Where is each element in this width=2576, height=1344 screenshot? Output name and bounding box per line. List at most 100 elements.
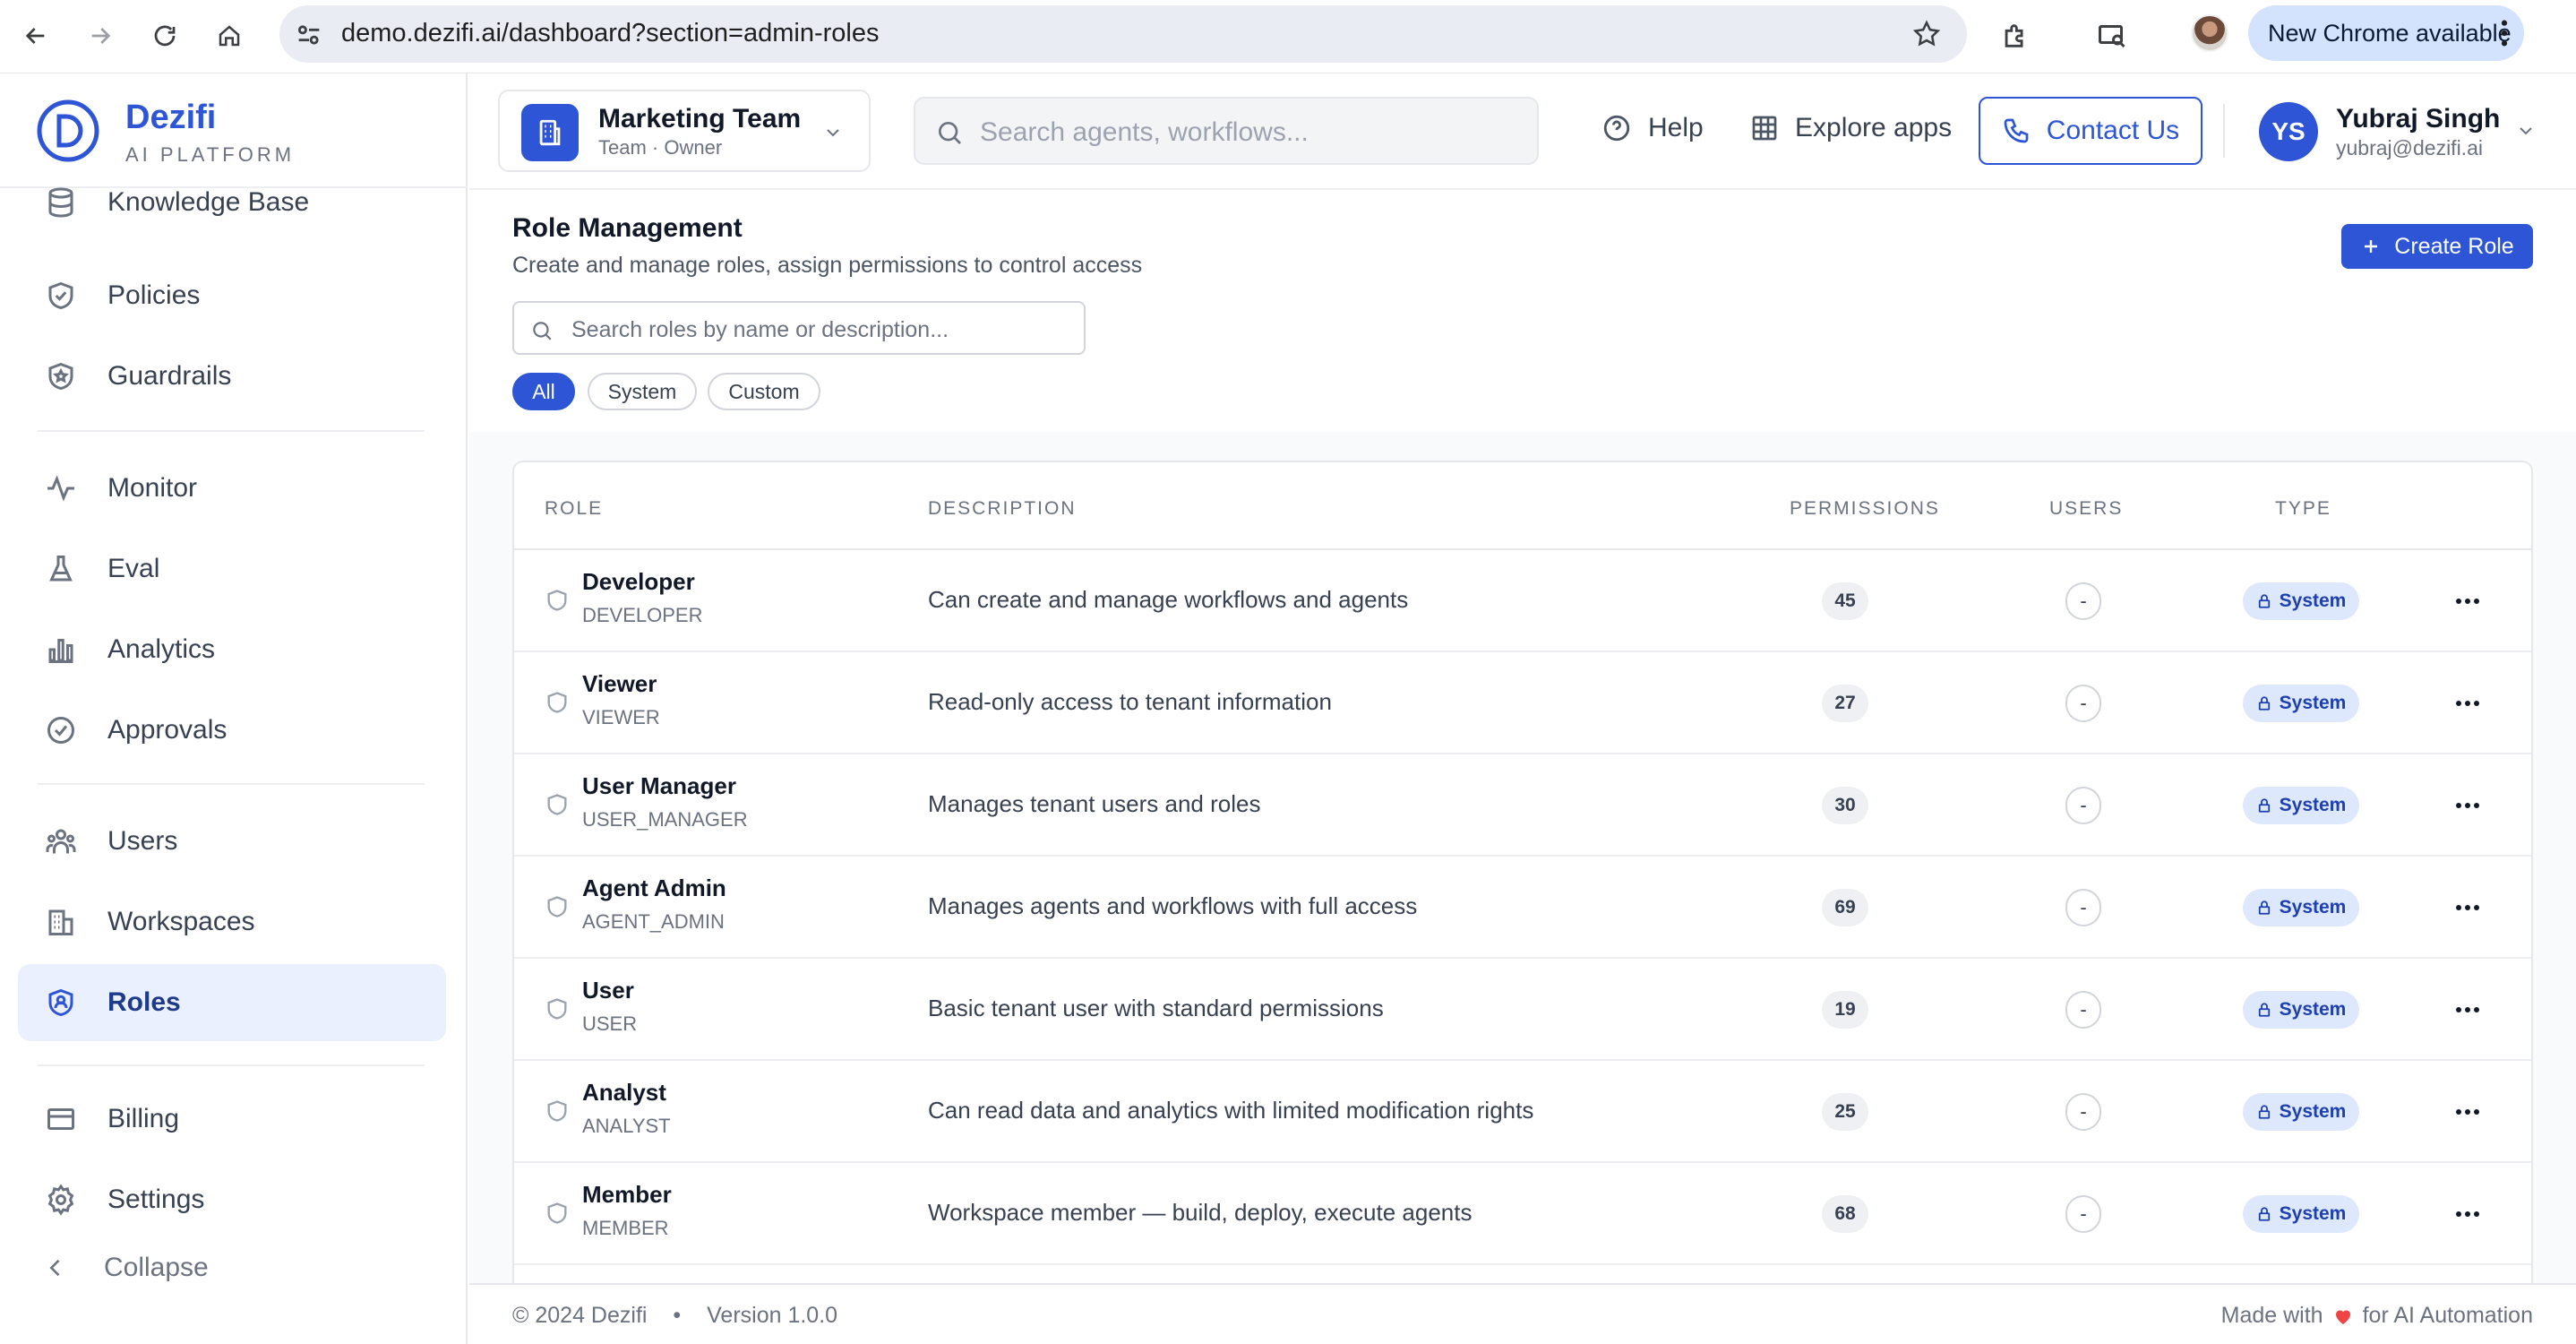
more-actions-icon[interactable] [2454, 692, 2481, 715]
users-count-badge: - [2065, 889, 2101, 926]
users-count-badge: - [2065, 582, 2101, 620]
explore-apps-link[interactable]: Explore apps [1750, 113, 1952, 143]
global-search-input[interactable]: Search agents, workflows... [914, 97, 1539, 165]
sidebar-item-label: Billing [107, 1104, 180, 1133]
sidebar-item-policies[interactable]: Policies [18, 257, 446, 334]
copyright-text: © 2024 Dezifi [512, 1303, 648, 1328]
lock-icon [2258, 798, 2270, 813]
shield-icon [547, 1100, 567, 1122]
footer: © 2024 Dezifi • Version 1.0.0 Made with … [469, 1283, 2576, 1344]
permissions-count-badge: 68 [1822, 1195, 1868, 1233]
shield-user-icon [48, 988, 73, 1017]
filter-chip-system[interactable]: System [588, 373, 697, 410]
team-icon [521, 104, 579, 161]
create-role-button[interactable]: Create Role [2341, 224, 2533, 269]
more-actions-icon[interactable] [2454, 590, 2481, 613]
user-avatar[interactable]: YS [2259, 102, 2318, 161]
permissions-count-badge: 45 [1822, 582, 1868, 620]
dezifi-logo-icon[interactable] [36, 99, 100, 163]
permissions-count-badge: 25 [1822, 1093, 1868, 1131]
more-actions-icon[interactable] [2454, 794, 2481, 817]
filter-chip-all[interactable]: All [512, 373, 575, 410]
sidebar-item-label: Analytics [107, 634, 216, 664]
team-switcher[interactable]: Marketing Team Team · Owner [498, 90, 871, 172]
type-badge: System [2243, 1195, 2359, 1233]
role-name[interactable]: Member [582, 1181, 672, 1209]
more-actions-icon[interactable] [2454, 896, 2481, 919]
role-description: Read-only access to tenant information [928, 688, 1332, 715]
site-settings-icon[interactable] [294, 20, 324, 50]
sidebar-item-knowledge-base[interactable]: Knowledge Base [18, 177, 446, 228]
sidebar-item-eval[interactable]: Eval [18, 530, 446, 607]
home-button[interactable] [208, 14, 251, 57]
extensions-button[interactable] [1992, 13, 2039, 59]
role-name[interactable]: Developer [582, 568, 695, 596]
users-count-badge: - [2065, 685, 2101, 722]
sidebar-item-billing[interactable]: Billing [18, 1081, 446, 1158]
sidebar-item-label: Policies [107, 280, 201, 310]
sidebar-item-roles[interactable]: Roles [18, 964, 446, 1041]
sidebar-divider [38, 430, 425, 432]
filter-chip-custom[interactable]: Custom [708, 373, 820, 410]
create-role-label: Create Role [2394, 233, 2514, 259]
help-link[interactable]: Help [1601, 113, 1704, 143]
table-row[interactable]: Agent Admin AGENT_ADMIN Manages agents and… [514, 857, 2531, 959]
table-row[interactable]: User USER Basic tenant user with standard … [514, 959, 2531, 1061]
lock-icon [2258, 1207, 2270, 1221]
sidebar-item-label: Guardrails [107, 361, 232, 391]
more-actions-icon[interactable] [2454, 1100, 2481, 1124]
role-name[interactable]: Viewer [582, 670, 657, 698]
role-search-input[interactable]: Search roles by name or description... [512, 301, 1086, 355]
chevron-down-icon[interactable] [2515, 120, 2537, 142]
browser-profile-avatar[interactable] [2191, 14, 2228, 52]
bookmark-star-icon[interactable] [1911, 19, 1942, 49]
arrow-right-icon [91, 28, 111, 44]
sidebar-item-monitor[interactable]: Monitor [18, 450, 446, 527]
role-code: AGENT_ADMIN [582, 910, 725, 933]
sidebar-item-label: Roles [107, 987, 181, 1017]
collapse-button[interactable]: Collapse [43, 1253, 209, 1283]
table-row[interactable]: User Manager USER_MANAGER Manages tenant u… [514, 754, 2531, 857]
role-name[interactable]: User Manager [582, 772, 736, 800]
sidebar-item-settings[interactable]: Settings [18, 1161, 446, 1238]
back-button[interactable] [14, 14, 57, 57]
sidebar-item-users[interactable]: Users [18, 803, 446, 880]
sidebar-item-guardrails[interactable]: Guardrails [18, 338, 446, 415]
forward-button[interactable] [79, 14, 122, 57]
table-row[interactable]: Analyst ANALYST Can read data and analytic… [514, 1061, 2531, 1163]
chrome-update-button[interactable]: New Chrome available [2248, 5, 2524, 61]
tab-search-button[interactable] [2089, 13, 2135, 59]
search-icon [939, 122, 961, 144]
puzzle-icon [2005, 24, 2023, 47]
footer-left: © 2024 Dezifi • Version 1.0.0 [512, 1303, 837, 1329]
url-text[interactable]: demo.dezifi.ai/dashboard?section=admin-r… [341, 19, 880, 48]
role-name[interactable]: Analyst [582, 1079, 666, 1107]
reload-button[interactable] [143, 14, 186, 57]
explore-label: Explore apps [1795, 113, 1953, 142]
brand-header: Dezifi AI PLATFORM [0, 73, 468, 188]
role-name[interactable]: Agent Admin [582, 874, 726, 902]
table-row[interactable]: Developer DEVELOPER Can create and manage … [514, 550, 2531, 652]
permissions-count-badge: 30 [1822, 787, 1868, 824]
sidebar-item-analytics[interactable]: Analytics [18, 611, 446, 688]
grid-icon [1752, 116, 1777, 141]
user-name[interactable]: Yubraj Singh [2336, 104, 2500, 134]
contact-us-button[interactable]: Contact Us [1979, 97, 2202, 165]
role-code: ANALYST [582, 1115, 671, 1137]
team-name: Marketing Team [598, 104, 802, 134]
role-name[interactable]: User [582, 977, 634, 1004]
role-code: USER [582, 1012, 638, 1035]
chrome-update-label: New Chrome available [2268, 19, 2512, 47]
sidebar-item-workspaces[interactable]: Workspaces [18, 883, 446, 961]
users-count-badge: - [2065, 787, 2101, 824]
table-row[interactable]: Viewer VIEWER Read-only access to tenant i… [514, 652, 2531, 754]
sidebar: Dezifi AI PLATFORM Knowledge Base Polici… [0, 73, 468, 1344]
address-bar[interactable]: demo.dezifi.ai/dashboard?section=admin-r… [279, 5, 1967, 63]
sidebar-item-label: Monitor [107, 473, 198, 503]
more-actions-icon[interactable] [2454, 998, 2481, 1021]
sidebar-item-approvals[interactable]: Approvals [18, 692, 446, 769]
activity-icon [47, 475, 74, 502]
shield-icon [547, 998, 567, 1020]
more-actions-icon[interactable] [2454, 1202, 2481, 1226]
table-row[interactable]: Member MEMBER Workspace member — build, de… [514, 1163, 2531, 1265]
